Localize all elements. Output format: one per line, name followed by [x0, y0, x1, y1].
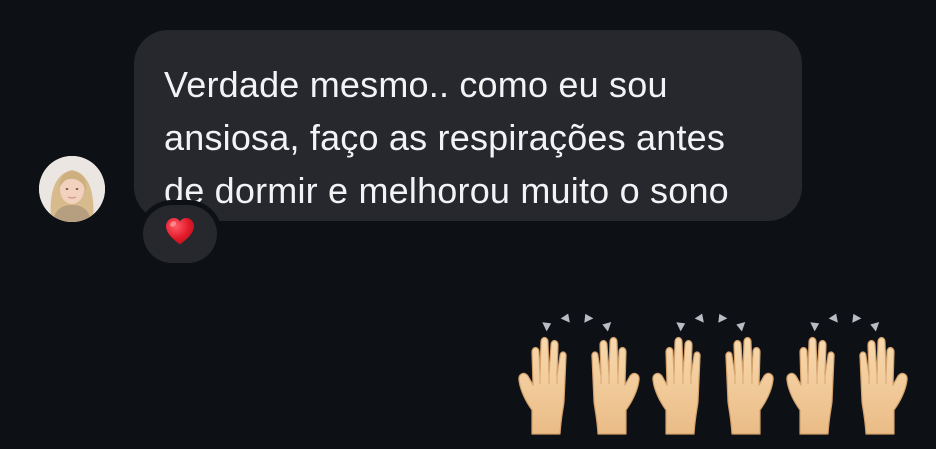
user-avatar[interactable] — [39, 156, 105, 222]
incoming-message-bubble[interactable]: Verdade mesmo.. como eu sou ansiosa, faç… — [134, 30, 802, 221]
message-reaction[interactable] — [143, 205, 217, 263]
raising-hands-message[interactable] — [514, 312, 914, 437]
raising-hands-icon — [514, 312, 914, 437]
red-heart-icon — [166, 218, 194, 245]
message-text: Verdade mesmo.. como eu sou ansiosa, faç… — [164, 64, 729, 211]
avatar-photo — [39, 156, 105, 222]
